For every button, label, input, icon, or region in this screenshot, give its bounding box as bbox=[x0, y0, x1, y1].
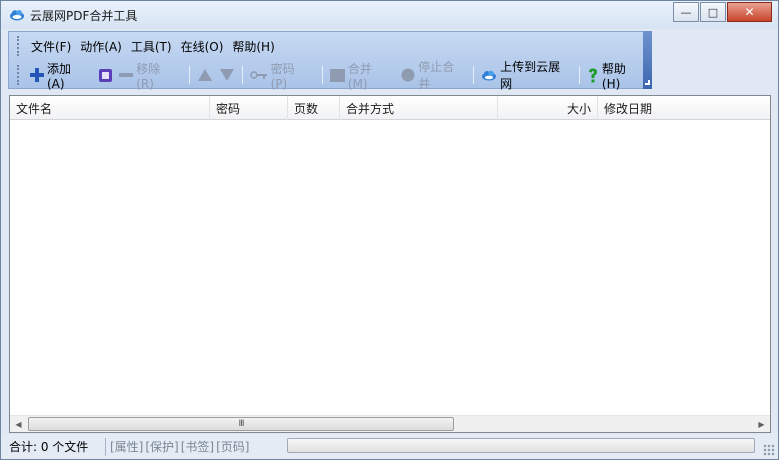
add-button[interactable]: 添加 (A) bbox=[27, 62, 95, 91]
menu-grip-handle[interactable] bbox=[17, 36, 21, 56]
menu-file[interactable]: 文件(F) bbox=[27, 38, 75, 55]
triangle-down-icon bbox=[219, 69, 234, 81]
column-pages[interactable]: 页数 bbox=[288, 96, 340, 120]
status-page-numbers[interactable]: [页码] bbox=[216, 438, 249, 455]
maximize-icon: □ bbox=[707, 5, 719, 19]
close-icon: ✕ bbox=[744, 5, 755, 19]
upload-label: 上传到云展网 bbox=[500, 60, 561, 91]
help-button[interactable]: 帮助 (H) bbox=[584, 62, 651, 91]
resize-grip[interactable] bbox=[763, 444, 775, 456]
merge-label: 合并 (M) bbox=[347, 61, 372, 91]
menu-bar: 文件(F) 动作(A) 工具(T) 在线(O) 帮助(H) bbox=[9, 32, 279, 60]
toolbar-separator bbox=[188, 66, 190, 84]
close-button[interactable]: ✕ bbox=[727, 2, 772, 22]
password-button[interactable]: 密码 (P) bbox=[247, 62, 318, 91]
title-bar[interactable]: 云展网PDF合并工具 — □ ✕ bbox=[1, 1, 778, 29]
cloud-icon bbox=[482, 70, 497, 81]
scroll-right-button[interactable]: ▶ bbox=[753, 416, 770, 432]
stop-merge-button[interactable]: 停止合并 bbox=[398, 60, 469, 91]
horizontal-scrollbar[interactable]: ◀ III ▶ bbox=[10, 415, 770, 432]
minimize-icon: — bbox=[680, 5, 692, 19]
cloud-logo-icon bbox=[10, 10, 24, 21]
merge-progress-bar bbox=[287, 438, 755, 453]
clear-button[interactable] bbox=[95, 63, 116, 87]
toolbar-separator bbox=[321, 66, 323, 84]
scroll-left-button[interactable]: ◀ bbox=[10, 416, 27, 432]
triangle-up-icon bbox=[197, 69, 212, 81]
column-filename[interactable]: 文件名 bbox=[10, 96, 210, 120]
password-label: 密码 (P) bbox=[270, 61, 295, 91]
status-divider bbox=[105, 437, 106, 456]
chevron-left-icon: ◀ bbox=[15, 419, 22, 429]
plus-icon bbox=[30, 68, 44, 82]
command-area: 文件(F) 动作(A) 工具(T) 在线(O) 帮助(H) 添加 (A) 移除 … bbox=[8, 31, 652, 91]
question-icon bbox=[588, 68, 597, 82]
column-merge-mode-label: 合并方式 bbox=[346, 101, 395, 116]
maximize-button[interactable]: □ bbox=[700, 2, 726, 22]
column-pages-label: 页数 bbox=[294, 101, 319, 116]
column-modified-date[interactable]: 修改日期 bbox=[598, 96, 770, 120]
remove-label: 移除 (R) bbox=[136, 61, 161, 91]
circle-icon bbox=[401, 68, 415, 82]
square-frame-icon bbox=[99, 68, 113, 82]
merge-button[interactable]: 合并 (M) bbox=[327, 62, 398, 91]
column-merge-mode[interactable]: 合并方式 bbox=[340, 96, 498, 120]
scrollbar-thumb[interactable]: III bbox=[28, 417, 454, 431]
file-list[interactable]: 文件名 密码 页数 合并方式 大小 修改日期 ◀ III ▶ bbox=[9, 95, 771, 433]
toolbar-overflow-button[interactable] bbox=[643, 31, 652, 89]
menu-action[interactable]: 动作(A) bbox=[76, 38, 126, 55]
menu-online[interactable]: 在线(O) bbox=[177, 38, 228, 55]
move-up-button[interactable] bbox=[194, 63, 216, 87]
status-bookmarks[interactable]: [书签] bbox=[181, 438, 214, 455]
toolbar-grip-handle[interactable] bbox=[17, 65, 21, 85]
add-label: 添加 (A) bbox=[46, 61, 71, 91]
minus-icon bbox=[119, 73, 134, 77]
column-modified-date-label: 修改日期 bbox=[604, 101, 653, 116]
window-controls: — □ ✕ bbox=[673, 2, 772, 22]
column-size[interactable]: 大小 bbox=[498, 96, 598, 120]
help-label: 帮助 (H) bbox=[601, 61, 626, 91]
app-window: 云展网PDF合并工具 — □ ✕ 文件(F) 动作(A) 工具(T) 在线(O)… bbox=[0, 0, 779, 460]
status-bar: 合计: 0 个文件 [属性] [保护] [书签] [页码] bbox=[1, 434, 778, 459]
column-password-label: 密码 bbox=[216, 101, 241, 116]
key-icon bbox=[249, 71, 267, 79]
toolbar-separator bbox=[473, 66, 475, 84]
toolbar: 添加 (A) 移除 (R) 密码 (P) 合并 (M) 停止合并 上传到云展网 … bbox=[9, 60, 651, 91]
overflow-chevron-icon bbox=[645, 80, 650, 85]
remove-button[interactable]: 移除 (R) bbox=[116, 62, 184, 91]
stop-merge-label: 停止合并 bbox=[418, 60, 455, 91]
menu-tools[interactable]: 工具(T) bbox=[127, 38, 176, 55]
toolbar-separator bbox=[241, 66, 243, 84]
column-filename-label: 文件名 bbox=[16, 101, 53, 116]
status-protection[interactable]: [保护] bbox=[145, 438, 178, 455]
menu-help[interactable]: 帮助(H) bbox=[228, 38, 278, 55]
column-password[interactable]: 密码 bbox=[210, 96, 288, 120]
file-count: 合计: 0 个文件 bbox=[9, 440, 89, 454]
column-size-label: 大小 bbox=[566, 101, 591, 116]
block-icon bbox=[329, 68, 345, 82]
toolbar-separator bbox=[578, 66, 580, 84]
list-header: 文件名 密码 页数 合并方式 大小 修改日期 bbox=[10, 96, 770, 120]
chevron-right-icon: ▶ bbox=[758, 419, 765, 429]
grip-icon: III bbox=[238, 419, 245, 429]
status-properties[interactable]: [属性] bbox=[110, 438, 143, 455]
minimize-button[interactable]: — bbox=[673, 2, 699, 22]
move-down-button[interactable] bbox=[216, 63, 238, 87]
window-title: 云展网PDF合并工具 bbox=[30, 9, 138, 23]
upload-button[interactable]: 上传到云展网 bbox=[478, 60, 575, 91]
